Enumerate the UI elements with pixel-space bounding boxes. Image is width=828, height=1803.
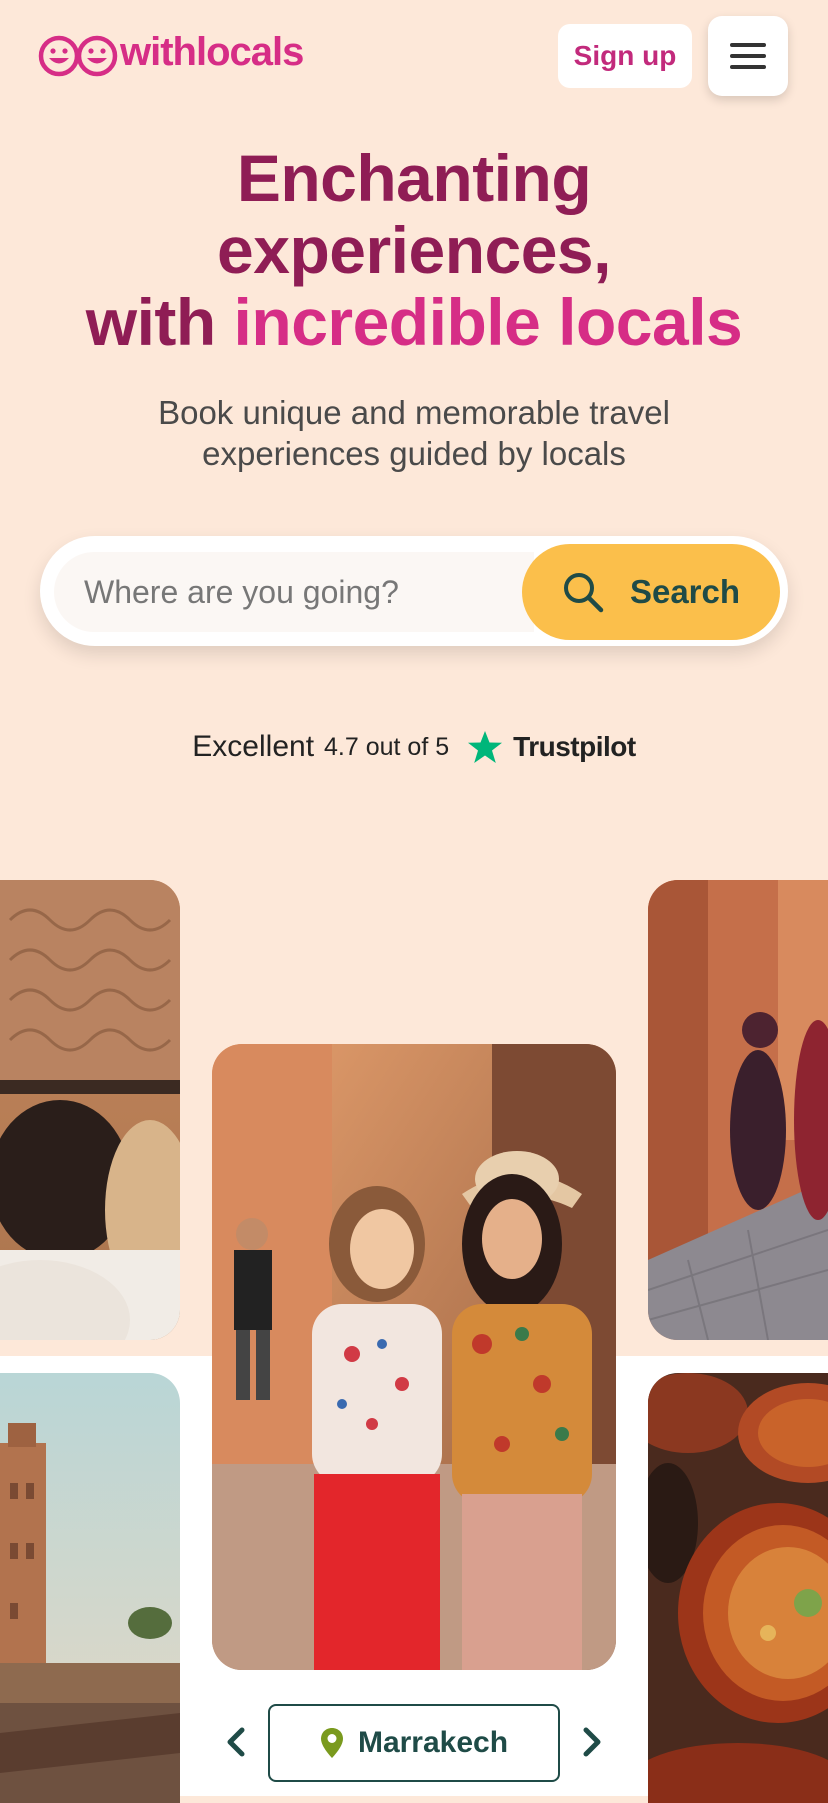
trustpilot-score: 4.7 out of 5 [324,732,450,761]
carousel-next-button[interactable] [570,1720,614,1764]
location-selector[interactable]: Marrakech [268,1704,560,1782]
signup-button[interactable]: Sign up [558,24,692,88]
menu-button[interactable] [708,16,788,96]
search-button[interactable]: Search [522,544,780,640]
trustpilot-label: Excellent [192,730,315,763]
hero-line-2: experiences, [217,213,611,287]
location-label: Marrakech [357,1726,509,1759]
chevron-left-icon [227,1727,245,1757]
hero-line-1: Enchanting [236,141,592,215]
hero-title: Enchanting experiences, with incredible … [0,142,828,358]
trustpilot-rating[interactable]: Excellent 4.7 out of 5 Trustpilot [0,730,828,764]
photo-alley[interactable] [648,880,828,1340]
hero-line-3-accent: incredible locals [233,285,743,359]
hero-subtitle: Book unique and memorable travel experie… [158,394,670,472]
chevron-right-icon [583,1727,601,1757]
logo-icon[interactable] [38,34,118,78]
photo-tagines[interactable] [648,1373,828,1803]
photo-carved-wall[interactable] [0,880,180,1340]
logo-text[interactable]: withlocals [120,30,304,75]
search-input[interactable] [54,552,534,632]
star-icon [468,731,503,763]
carousel-prev-button[interactable] [214,1720,258,1764]
hamburger-menu-icon [730,43,766,69]
map-pin-icon [320,1728,343,1758]
search-button-label: Search [629,573,741,610]
photo-travelers-marrakech[interactable] [212,1044,616,1670]
hero-line-3: with incredible locals [0,286,828,358]
search-icon [563,573,604,613]
trustpilot-brand: Trustpilot [513,731,636,762]
hero-line-3-prefix: with [85,285,216,359]
photo-koutoubia[interactable] [0,1373,180,1803]
